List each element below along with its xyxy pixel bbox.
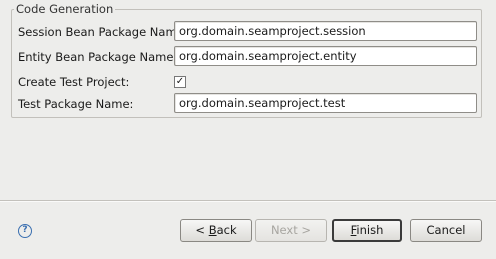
finish-button[interactable]: Finish: [332, 219, 402, 242]
next-button[interactable]: Next >: [255, 219, 327, 242]
test-package-label: Test Package Name:: [18, 97, 134, 111]
help-icon[interactable]: ?: [18, 224, 32, 238]
session-package-label: Session Bean Package Name:: [18, 25, 188, 39]
cancel-button[interactable]: Cancel: [410, 219, 482, 242]
session-package-input[interactable]: org.domain.seamproject.session: [174, 21, 477, 41]
code-generation-title: Code Generation: [14, 2, 116, 16]
footer-separator-highlight: [0, 201, 496, 202]
test-package-input[interactable]: org.domain.seamproject.test: [174, 93, 477, 113]
create-test-project-label: Create Test Project:: [18, 75, 130, 89]
create-test-project-checkbox[interactable]: ✓: [174, 76, 186, 88]
back-button[interactable]: < Back: [180, 219, 252, 242]
entity-package-input[interactable]: org.domain.seamproject.entity: [174, 46, 477, 66]
entity-package-label: Entity Bean Package Name:: [18, 50, 178, 64]
